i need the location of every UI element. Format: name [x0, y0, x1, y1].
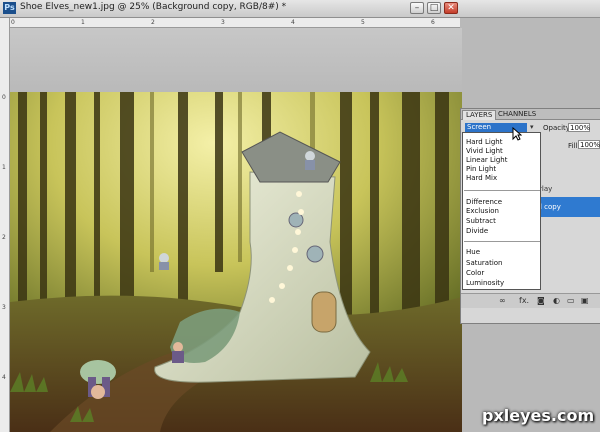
- mouse-cursor-icon: [512, 127, 522, 141]
- fx-icon[interactable]: fx.: [519, 296, 529, 305]
- menu-item-exclusion[interactable]: Exclusion: [466, 207, 499, 215]
- menu-item-hard-mix[interactable]: Hard Mix: [466, 174, 497, 182]
- ruler-label: 3: [221, 19, 225, 26]
- ruler-label: 6: [431, 19, 435, 26]
- menu-item-color[interactable]: Color: [466, 269, 484, 277]
- tab-layers[interactable]: LAYERS: [462, 110, 497, 120]
- opacity-input[interactable]: 100%: [568, 123, 590, 132]
- pasteboard: [10, 28, 462, 92]
- close-button[interactable]: ✕: [444, 2, 458, 14]
- document-title: Shoe Elves_new1.jpg @ 25% (Background co…: [20, 2, 287, 12]
- panel-bottom-toolbar: ∞ fx. ◙ ◐ ▭ ▣: [461, 293, 600, 308]
- image-canvas[interactable]: [10, 92, 462, 432]
- ruler-label: 0: [2, 94, 6, 101]
- menu-item-luminosity[interactable]: Luminosity: [466, 279, 504, 287]
- watermark: pxleyes.com: [482, 406, 595, 425]
- tab-channels[interactable]: CHANNELS: [495, 110, 539, 119]
- forest-shoe-image: [10, 92, 462, 432]
- ruler-label: 2: [2, 234, 6, 241]
- mask-icon[interactable]: ◙: [537, 296, 545, 305]
- folder-icon[interactable]: ▭: [567, 296, 575, 305]
- chevron-down-icon[interactable]: ▾: [530, 123, 534, 131]
- selected-layer-name: l copy: [540, 203, 561, 211]
- menu-item-subtract[interactable]: Subtract: [466, 217, 496, 225]
- document-title-bar: Ps Shoe Elves_new1.jpg @ 25% (Background…: [0, 0, 600, 18]
- link-icon[interactable]: ∞: [499, 296, 506, 305]
- menu-item-pin-light[interactable]: Pin Light: [466, 165, 496, 173]
- menu-item-linear-light[interactable]: Linear Light: [466, 156, 507, 164]
- new-layer-icon[interactable]: ▣: [581, 296, 589, 305]
- vertical-ruler[interactable]: 0 1 2 3 4: [0, 18, 10, 432]
- minimize-button[interactable]: –: [410, 2, 424, 14]
- ruler-label: 2: [151, 19, 155, 26]
- menu-separator: [464, 241, 540, 242]
- ruler-label: 1: [81, 19, 85, 26]
- menu-item-difference[interactable]: Difference: [466, 198, 502, 206]
- fill-input[interactable]: 100%: [578, 140, 600, 149]
- ruler-label: 5: [361, 19, 365, 26]
- panel-tabs: LAYERS CHANNELS: [461, 109, 600, 120]
- menu-item-divide[interactable]: Divide: [466, 227, 488, 235]
- menu-item-saturation[interactable]: Saturation: [466, 259, 503, 267]
- menu-item-vivid-light[interactable]: Vivid Light: [466, 147, 503, 155]
- ruler-label: 3: [2, 304, 6, 311]
- photoshop-icon: Ps: [3, 2, 16, 14]
- ruler-label: 1: [2, 164, 6, 171]
- menu-item-hard-light[interactable]: Hard Light: [466, 138, 502, 146]
- ruler-label: 4: [2, 374, 6, 381]
- blend-mode-dropdown[interactable]: Hard Light Vivid Light Linear Light Pin …: [462, 132, 541, 290]
- menu-separator: [464, 190, 540, 191]
- ruler-label: 4: [291, 19, 295, 26]
- adjustment-icon[interactable]: ◐: [553, 296, 560, 305]
- ruler-label: 0: [11, 19, 15, 26]
- horizontal-ruler[interactable]: 0 1 2 3 4 5 6: [9, 18, 460, 28]
- menu-item-hue[interactable]: Hue: [466, 248, 480, 256]
- maximize-button[interactable]: □: [427, 2, 441, 14]
